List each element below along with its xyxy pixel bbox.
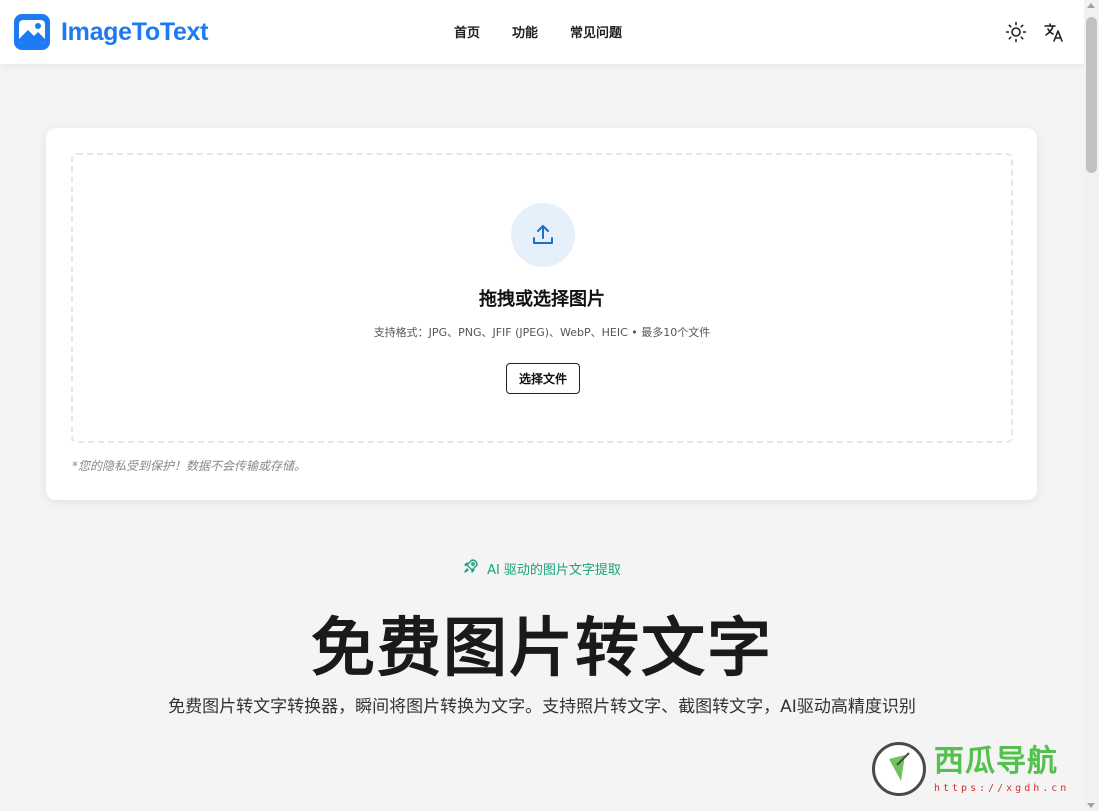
hero-subtitle: 免费图片转文字转换器，瞬间将图片转换为文字。支持照片转文字、截图转文字，AI驱动…: [168, 697, 916, 717]
upload-icon: [511, 203, 575, 267]
watermark-url: https://xgdh.cn: [934, 782, 1070, 794]
drop-zone[interactable]: 拖拽或选择图片 支持格式：JPG、PNG、JFIF (JPEG)、WebP、HE…: [71, 153, 1013, 443]
header-actions: [1004, 20, 1066, 44]
upload-card: 拖拽或选择图片 支持格式：JPG、PNG、JFIF (JPEG)、WebP、HE…: [46, 128, 1037, 500]
watermark: 西瓜导航 https://xgdh.cn: [872, 742, 1069, 796]
logo-text: ImageToText: [61, 17, 209, 46]
page-scrollbar[interactable]: [1084, 0, 1099, 811]
top-header: ImageToText 首页 功能 常见问题: [0, 0, 1084, 64]
badge-text: AI 驱动的图片文字提取: [487, 562, 621, 578]
scroll-down-arrow-icon[interactable]: [1087, 803, 1095, 808]
rocket-icon: [463, 558, 479, 578]
nav-faq[interactable]: 常见问题: [570, 22, 622, 41]
drop-title: 拖拽或选择图片: [479, 289, 605, 310]
nav-home[interactable]: 首页: [454, 22, 480, 41]
main-nav: 首页 功能 常见问题: [454, 22, 654, 41]
choose-file-button[interactable]: 选择文件: [506, 363, 580, 394]
privacy-note: *您的隐私受到保护！数据不会传输或存储。: [72, 459, 307, 473]
watermark-title: 西瓜导航: [934, 743, 1058, 779]
scroll-up-arrow-icon[interactable]: [1087, 3, 1095, 8]
translate-icon[interactable]: [1042, 20, 1066, 44]
supported-formats: 支持格式：JPG、PNG、JFIF (JPEG)、WebP、HEIC • 最多1…: [373, 326, 711, 339]
watermark-logo-icon: [872, 742, 926, 796]
sun-icon[interactable]: [1004, 20, 1028, 44]
ai-badge: AI 驱动的图片文字提取: [0, 558, 1084, 578]
nav-features[interactable]: 功能: [512, 22, 538, 41]
logo[interactable]: ImageToText: [14, 14, 209, 50]
scrollbar-thumb[interactable]: [1086, 17, 1097, 173]
hero-title: 免费图片转文字: [311, 612, 773, 686]
logo-image-icon: [14, 14, 50, 50]
